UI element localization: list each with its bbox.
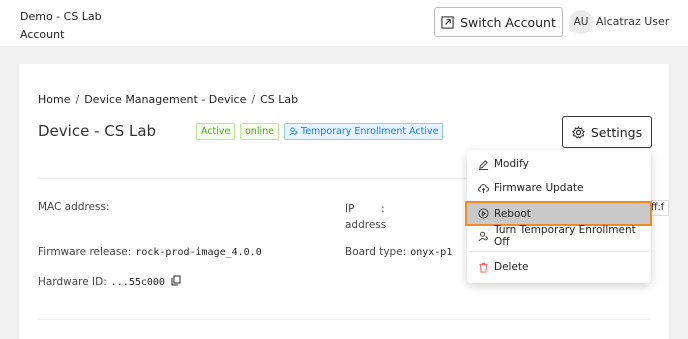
firmware-release-label: Firmware release: [38, 246, 132, 258]
breadcrumb-home[interactable]: Home [38, 93, 70, 106]
trash-icon [479, 262, 488, 273]
menu-item-reboot[interactable]: Reboot [465, 201, 652, 226]
settings-button[interactable]: Settings [562, 116, 652, 148]
copy-icon[interactable] [171, 275, 181, 286]
switch-icon [441, 15, 454, 29]
menu-item-modify-label: Modify [494, 158, 529, 170]
board-type-field: Board type: onyx-p1 [345, 246, 452, 258]
account-name: Demo - CS Lab Account [20, 8, 102, 44]
hardware-id-label: Hardware ID: [38, 276, 107, 288]
menu-item-delete[interactable]: Delete [467, 256, 651, 278]
ip-label-line1: IP : [345, 203, 385, 215]
breadcrumb-current: CS Lab [260, 93, 299, 106]
user-switch-icon [478, 231, 489, 241]
ip-label-line2: address [345, 219, 387, 231]
firmware-release-value: rock-prod-image_4.0.0 [135, 247, 262, 258]
breadcrumb-device-management[interactable]: Device Management - Device [84, 93, 246, 106]
menu-item-reboot-label: Reboot [494, 207, 531, 220]
user-name[interactable]: Alcatraz User [596, 15, 669, 28]
ip-address-label: IP : address [345, 201, 386, 233]
status-badge-active: Active [196, 123, 236, 140]
menu-item-firmware-update-label: Firmware Update [494, 182, 584, 194]
firmware-release-field: Firmware release: rock-prod-image_4.0.0 [38, 246, 262, 258]
divider [38, 319, 650, 320]
user-switch-icon [289, 127, 298, 136]
temporary-enrollment-label: Temporary Enrollment Active [301, 126, 439, 137]
mac-address-label: MAC address: [38, 201, 110, 213]
menu-item-temporary-enrollment-label: Turn Temporary Enrollment Off [494, 224, 636, 248]
menu-divider [469, 251, 649, 252]
menu-item-delete-label: Delete [494, 261, 529, 273]
settings-label: Settings [590, 124, 643, 140]
switch-account-button[interactable]: Switch Account [434, 7, 563, 37]
status-badge-temporary-enrollment: Temporary Enrollment Active [284, 123, 444, 140]
menu-item-firmware-update[interactable]: Firmware Update [467, 177, 651, 199]
board-type-label: Board type: [345, 246, 407, 258]
status-badge-online: online [240, 123, 279, 140]
avatar[interactable]: AU [569, 10, 593, 34]
switch-account-label: Switch Account [460, 14, 556, 30]
play-circle-icon [478, 208, 489, 219]
settings-dropdown-menu: Modify Firmware Update Reboot Turn Tempo… [465, 150, 652, 283]
menu-item-modify[interactable]: Modify [467, 153, 651, 175]
mac-address-field: MAC address: [38, 201, 114, 213]
org-name-line1: Demo - CS Lab [20, 10, 102, 23]
ip-address-value: ff:f [649, 200, 669, 216]
board-type-value: onyx-p1 [410, 247, 453, 258]
hardware-id-value: ...55c000 [110, 277, 165, 288]
cloud-upload-icon [478, 183, 489, 193]
gear-icon [572, 125, 585, 139]
page-title: Device - CS Lab [38, 122, 157, 140]
top-bar: Demo - CS Lab Account Switch Account AU … [0, 0, 688, 46]
breadcrumb: Home / Device Management - Device / CS Lab [38, 93, 299, 106]
menu-item-turn-temporary-enrollment-off[interactable]: Turn Temporary Enrollment Off [467, 224, 651, 248]
edit-icon [478, 159, 489, 170]
org-name-line2: Account [20, 28, 65, 41]
hardware-id-field: Hardware ID: ...55c000 [38, 275, 181, 288]
